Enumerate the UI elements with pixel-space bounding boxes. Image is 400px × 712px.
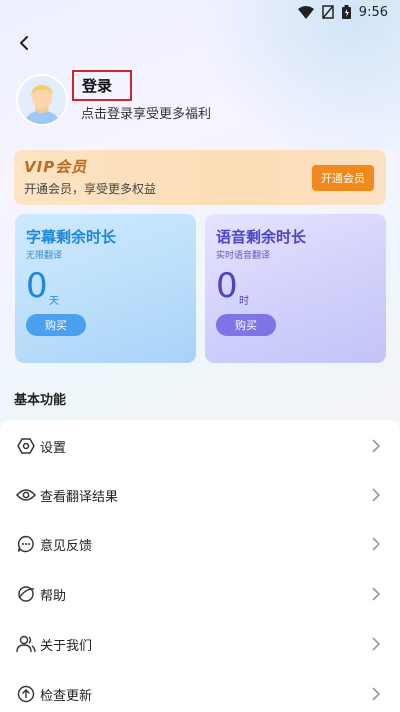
buy-voice-button[interactable]: 购买 — [216, 314, 276, 336]
voice-quota-desc: 实时语音翻译 — [216, 251, 271, 261]
wifi-icon — [297, 5, 314, 19]
chevron-right-icon — [372, 438, 382, 454]
vip-logo: VIP会员 — [24, 158, 88, 176]
avatar[interactable] — [16, 74, 68, 126]
function-menu: 设置 查看翻译结果 意见反馈 帮助 关于我们 检查更新 — [0, 420, 400, 712]
signal-off-icon — [322, 5, 334, 19]
chevron-right-icon — [372, 686, 382, 702]
login-hint: 点击登录享受更多福利 — [81, 107, 212, 122]
subtitle-quota-desc: 无限翻译 — [26, 251, 63, 261]
vip-card[interactable]: VIP会员 开通会员，享受更多权益 开通会员 — [14, 150, 386, 205]
menu-label: 关于我们 — [40, 638, 93, 654]
menu-label: 意见反馈 — [40, 538, 93, 554]
menu-item-help[interactable]: 帮助 — [0, 570, 400, 618]
subtitle-quota-unit: 天 — [49, 296, 59, 307]
buy-subtitle-button[interactable]: 购买 — [26, 314, 86, 336]
eye-icon — [16, 485, 36, 505]
menu-item-feedback[interactable]: 意见反馈 — [0, 520, 400, 568]
login-button[interactable]: 登录 — [72, 70, 132, 101]
back-arrow-icon — [18, 35, 30, 54]
menu-item-settings[interactable]: 设置 — [0, 422, 400, 470]
menu-label: 帮助 — [40, 588, 67, 604]
subtitle-quota-card: 字幕剩余时长 无限翻译 0 天 购买 — [15, 214, 196, 363]
subtitle-quota-title: 字幕剩余时长 — [26, 228, 117, 246]
back-button[interactable] — [12, 32, 36, 56]
menu-item-view-results[interactable]: 查看翻译结果 — [0, 471, 400, 519]
menu-item-check-update[interactable]: 检查更新 — [0, 670, 400, 712]
section-title: 基本功能 — [14, 393, 67, 408]
battery-icon — [341, 5, 351, 19]
chevron-right-icon — [372, 536, 382, 552]
vip-subtitle: 开通会员，享受更多权益 — [24, 182, 157, 196]
status-bar: 9:56 — [0, 0, 400, 24]
menu-label: 设置 — [40, 440, 67, 456]
menu-item-about[interactable]: 关于我们 — [0, 620, 400, 668]
login-label: 登录 — [82, 77, 113, 95]
clock: 9:56 — [358, 4, 388, 20]
update-icon — [16, 684, 36, 704]
help-icon — [16, 584, 36, 604]
chevron-right-icon — [372, 636, 382, 652]
menu-label: 查看翻译结果 — [40, 489, 119, 505]
menu-label: 检查更新 — [40, 688, 93, 704]
voice-quota-title: 语音剩余时长 — [216, 228, 307, 246]
settings-icon — [16, 436, 36, 456]
about-icon — [16, 634, 36, 654]
voice-quota-card: 语音剩余时长 实时语音翻译 0 时 购买 — [205, 214, 386, 363]
voice-quota-value: 0 — [216, 266, 238, 306]
chevron-right-icon — [372, 487, 382, 503]
feedback-icon — [16, 534, 36, 554]
avatar-icon — [18, 76, 66, 124]
voice-quota-unit: 时 — [239, 296, 249, 307]
subtitle-quota-value: 0 — [26, 266, 48, 306]
open-vip-button[interactable]: 开通会员 — [312, 165, 374, 191]
chevron-right-icon — [372, 586, 382, 602]
